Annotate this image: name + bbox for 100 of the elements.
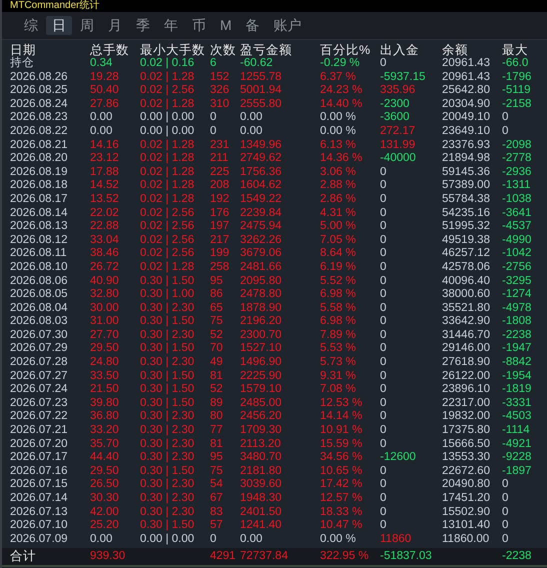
table-cell-text: 35521.80: [442, 302, 491, 316]
table-cell-text: 0.02 | 2.56: [140, 84, 196, 98]
table-cell-text: 0.30 | 2.30: [140, 356, 196, 370]
table-cell-text: 33.04: [90, 234, 120, 248]
column-header[interactable]: 余额: [442, 43, 502, 57]
table-cell-text: 152: [210, 70, 230, 84]
table-cell-text: 225: [210, 166, 230, 180]
column-header[interactable]: 总手数: [90, 43, 140, 57]
table-cell-text: 0.30 | 1.50: [140, 370, 196, 384]
table-cell-text: 23.12: [90, 152, 120, 166]
table-cell-text: 0: [380, 57, 388, 71]
table-cell-text: -1796: [502, 70, 532, 84]
date-cell-text: 2026.08.23: [10, 111, 69, 125]
table-cell-text: 0.02 | 1.28: [140, 70, 196, 84]
date-cell-text: 2026.07.09: [10, 532, 69, 546]
table-cell-text: 0.00: [240, 111, 264, 125]
table-cell-text: 258: [210, 260, 230, 274]
table-cell-text: 15502.90: [442, 506, 491, 520]
table-cell-text: 1709.30: [240, 424, 283, 438]
table-cell-text: 33.20: [90, 424, 120, 438]
table-cell-text: 0.30 | 2.30: [140, 451, 196, 465]
table-cell-text: 67: [210, 492, 224, 506]
table-cell-text: 22672.60: [442, 464, 491, 478]
table-cell-text: -66.0: [502, 57, 530, 71]
table-cell-text: 15666.50: [442, 438, 491, 452]
table-cell-text: -1274: [502, 288, 532, 302]
date-cell-text: 2026.08.11: [10, 247, 68, 261]
tab[interactable]: 账户: [268, 16, 308, 35]
column-header[interactable]: 日期: [10, 43, 90, 57]
table-cell-text: 0: [502, 506, 510, 520]
table-cell-text: 17.88: [90, 166, 120, 180]
table-cell-text: 0.00: [90, 532, 114, 546]
table-cell-text: 2225.90: [240, 370, 283, 384]
table-cell-text: -1311: [502, 179, 532, 193]
table-cell-text: 0: [380, 247, 388, 261]
table-cell-text: 30.30: [90, 492, 120, 506]
table-cell-text: 54235.16: [442, 206, 491, 220]
table-cell-text: 2485.00: [240, 396, 283, 410]
tab[interactable]: 币: [186, 16, 212, 35]
table-cell-text: 217: [210, 234, 230, 248]
table-cell-text: 231: [210, 138, 230, 152]
table-cell-text: 20490.80: [442, 478, 491, 492]
column-header[interactable]: 最小大手数: [140, 43, 210, 57]
table-cell-text: 42.00: [90, 506, 120, 520]
column-header[interactable]: 次数: [210, 43, 240, 57]
table-cell-text: 0: [380, 410, 388, 424]
table-cell-text: 3262.26: [240, 234, 283, 248]
table-cell-text: 20961.43: [442, 57, 491, 71]
table-cell-text: 10.65 %: [320, 464, 364, 478]
table-cell-text: -2300: [380, 98, 410, 112]
table-cell-text: 2481.66: [240, 260, 283, 274]
table-cell-text: 0: [210, 532, 218, 546]
table-cell-text: 211: [210, 152, 230, 166]
tab[interactable]: M: [214, 16, 238, 35]
tab[interactable]: 周: [74, 16, 100, 35]
table-cell-text: 86: [210, 288, 224, 302]
table-cell-text: 0.00 %: [320, 532, 357, 546]
table-cell-text: 0: [210, 111, 218, 125]
column-header[interactable]: 最大: [502, 43, 547, 57]
tab[interactable]: 月: [102, 16, 128, 35]
table-cell-text: 83: [210, 506, 224, 520]
table-cell-text: 2300.70: [240, 328, 283, 342]
date-cell-text: 2026.07.22: [10, 410, 69, 424]
date-cell-text: 2026.07.13: [10, 506, 69, 520]
table-cell-text: 2095.80: [240, 274, 283, 288]
table-cell-text: 5.00 %: [320, 220, 357, 234]
table-cell-text: 0.30 | 2.30: [140, 328, 196, 342]
tab[interactable]: 季: [130, 16, 156, 35]
tab[interactable]: 综: [18, 16, 44, 35]
table-cell-text: 11860.00: [442, 532, 490, 546]
table-cell-text: 335.96: [380, 84, 416, 98]
column-header[interactable]: 出入金: [380, 43, 442, 57]
table-cell-text: 54: [210, 478, 224, 492]
tab[interactable]: 日: [46, 16, 72, 35]
table-cell-text: 33642.90: [442, 315, 491, 329]
table-cell-text: 192: [210, 192, 230, 207]
table-cell-text: 10.91 %: [320, 424, 364, 438]
table-cell-text: -3641: [502, 206, 532, 220]
date-cell-text: 2026.07.21: [10, 424, 69, 438]
date-cell-text: 2026.07.16: [10, 464, 69, 478]
column-header[interactable]: 百分比%: [320, 43, 380, 57]
column-header[interactable]: 盈亏金额: [240, 43, 320, 57]
table-cell-text: 22.88: [90, 220, 120, 234]
table-cell-text: 65: [210, 302, 224, 316]
table-cell-text: 23376.93: [442, 138, 491, 152]
table-cell-text: 12.57 %: [320, 492, 364, 506]
table-cell-text: 0.30 | 1.50: [140, 464, 196, 478]
tab[interactable]: 年: [158, 16, 184, 35]
table-cell-text: 0: [380, 234, 388, 248]
table-cell-text: 1948.30: [240, 492, 283, 506]
table-cell-text: 72737.84: [240, 549, 289, 564]
table-cell-text: 39.80: [90, 396, 120, 410]
table-cell-text: 95: [210, 451, 224, 465]
tab[interactable]: 备: [240, 16, 266, 35]
table-cell-text: 0: [380, 315, 388, 329]
table-cell-text: 26.72: [90, 260, 120, 274]
table-cell-text: 0.34: [90, 57, 114, 71]
table-cell-text: 4.31 %: [320, 206, 357, 220]
table-cell-text: 8.64 %: [320, 247, 357, 261]
table-cell-text: 0.30 | 2.30: [140, 478, 196, 492]
